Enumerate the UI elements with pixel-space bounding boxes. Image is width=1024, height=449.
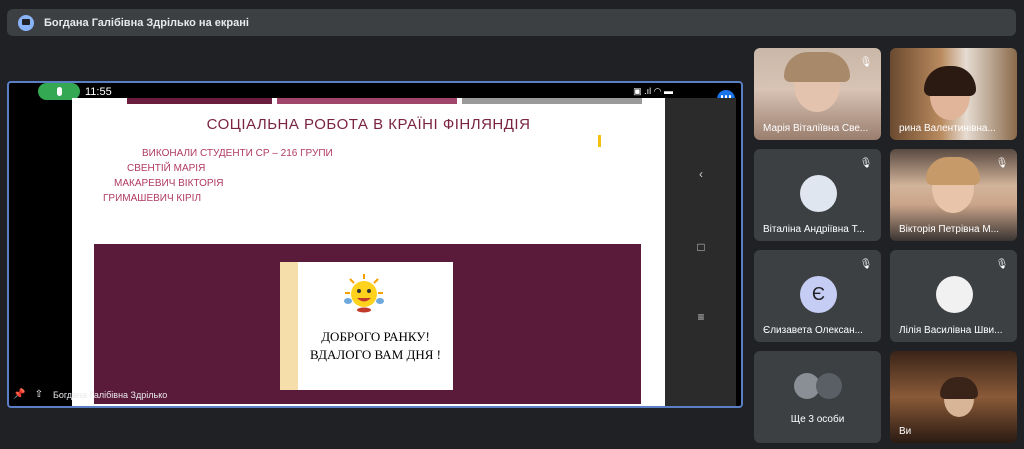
participant-name: Ви xyxy=(899,426,912,437)
greeting-card: ДОБРОГО РАНКУ! ВДАЛОГО ВАМ ДНЯ ! xyxy=(280,262,453,390)
present-icon[interactable]: ⇧ xyxy=(33,389,45,401)
avatar xyxy=(936,276,973,313)
mic-icon xyxy=(56,87,62,96)
slide-authors-line: ВИКОНАЛИ СТУДЕНТИ СР – 216 ГРУПИ xyxy=(142,148,333,159)
presenter-name-label: Богдана Галібівна Здрілько xyxy=(53,390,168,400)
participant-name: Лілія Василівна Шви... xyxy=(899,325,1003,336)
back-icon[interactable]: ‹ xyxy=(695,168,707,180)
presentation-stage[interactable]: 11:55 ▣ .ıl ◠ ▬ СОЦІАЛЬНА РОБОТА В КРАЇН… xyxy=(7,81,743,408)
mic-off-icon: 🎙 xyxy=(859,158,873,169)
greeting-text: ДОБРОГО РАНКУ! ВДАЛОГО ВАМ ДНЯ ! xyxy=(298,328,453,364)
phone-nav-bar: ‹ □ ≡ xyxy=(665,98,736,406)
mic-off-icon: 🎙 xyxy=(995,259,1009,270)
slide-heading: СОЦІАЛЬНА РОБОТА В КРАЇНІ ФІНЛЯНДІЯ xyxy=(206,116,531,133)
slide-cursor-mark xyxy=(598,135,601,147)
pin-icon[interactable]: 📌 xyxy=(13,389,25,401)
home-icon[interactable]: □ xyxy=(695,241,707,253)
presenter-banner-text: Богдана Галібівна Здрілько на екрані xyxy=(44,16,249,29)
participant-tile[interactable]: 🎙 Є Єлизавета Олексан... xyxy=(754,250,881,342)
phone-status-icons: ▣ .ıl ◠ ▬ xyxy=(633,86,673,96)
phone-time: 11:55 xyxy=(85,86,112,98)
present-screen-icon xyxy=(18,14,34,31)
more-participants-tile[interactable]: Ще 3 особи xyxy=(754,351,881,443)
avatar: Є xyxy=(800,276,837,313)
shared-slide: СОЦІАЛЬНА РОБОТА В КРАЇНІ ФІНЛЯНДІЯ ВИКО… xyxy=(72,98,665,406)
participant-tile[interactable]: рина Валентинівна... xyxy=(890,48,1017,140)
avatar xyxy=(800,175,837,212)
mic-off-icon: 🎙 xyxy=(995,158,1009,169)
participant-name: Віталіна Андріївна Т... xyxy=(763,224,865,235)
self-tile[interactable]: Ви xyxy=(890,351,1017,443)
participant-name: Ще 3 особи xyxy=(790,414,845,425)
slide-image-panel: ДОБРОГО РАНКУ! ВДАЛОГО ВАМ ДНЯ ! xyxy=(94,244,641,404)
slide-top-bars xyxy=(127,98,642,104)
greeting-line: ВДАЛОГО ВАМ ДНЯ ! xyxy=(309,347,442,362)
menu-icon[interactable]: ≡ xyxy=(695,311,707,323)
participant-name: Вікторія Петрівна М... xyxy=(899,224,1000,235)
participant-tile[interactable]: 🎙 Марія Віталіївна Све... xyxy=(754,48,881,140)
participant-tile[interactable]: 🎙 Лілія Василівна Шви... xyxy=(890,250,1017,342)
participant-name: Марія Віталіївна Све... xyxy=(763,123,869,134)
avatar xyxy=(816,373,842,399)
slide-author: МАКАРЕВИЧ ВІКТОРІЯ xyxy=(114,178,224,189)
participant-name: рина Валентинівна... xyxy=(899,123,996,134)
slide-author: ГРИМАШЕВИЧ КІРІЛ xyxy=(103,193,202,204)
mic-off-icon: 🎙 xyxy=(859,57,873,68)
participant-tile[interactable]: 🎙 Вікторія Петрівна М... xyxy=(890,149,1017,241)
slide-author: СВЕНТІЙ МАРІЯ xyxy=(127,163,206,174)
stage-footer: 📌 ⇧ Богдана Галібівна Здрілько xyxy=(13,387,167,403)
mic-off-icon: 🎙 xyxy=(859,259,873,270)
participant-tile[interactable]: 🎙 Віталіна Андріївна Т... xyxy=(754,149,881,241)
participant-name: Єлизавета Олексан... xyxy=(763,325,863,336)
presenting-banner: Богдана Галібівна Здрілько на екрані xyxy=(7,9,1016,36)
greeting-line: ДОБРОГО РАНКУ! xyxy=(321,329,430,344)
sun-smiley-icon xyxy=(344,274,384,313)
